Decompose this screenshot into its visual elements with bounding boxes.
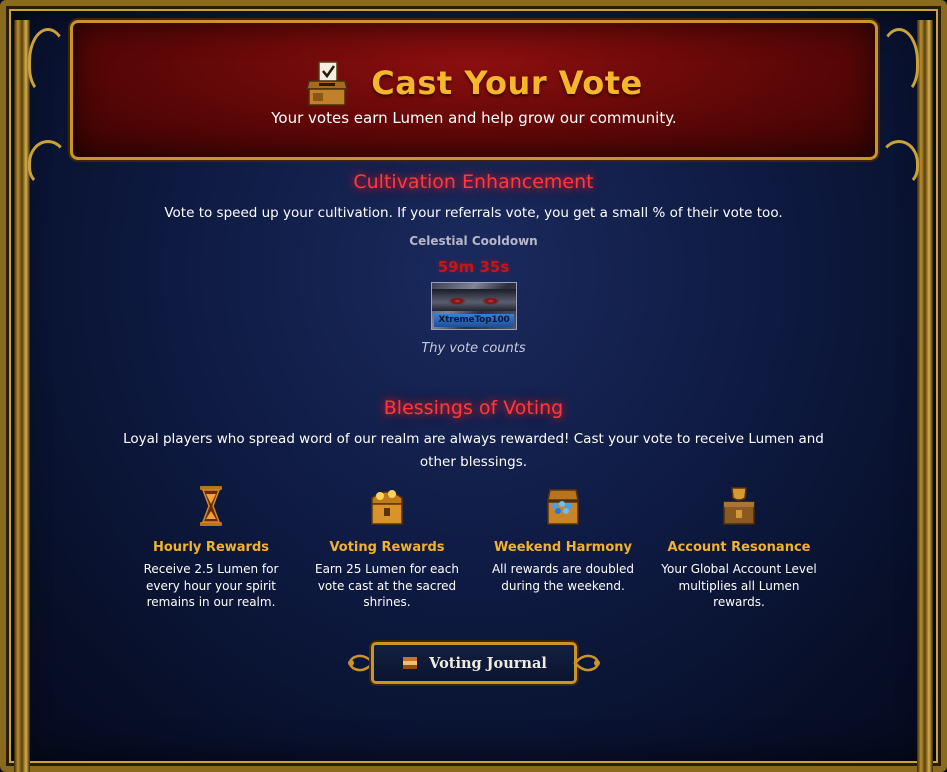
feature-voting-rewards: Voting Rewards Earn 25 Lumen for each vo… <box>306 484 468 624</box>
page-title: Cast Your Vote <box>371 64 643 102</box>
vote-banner-art <box>432 289 516 311</box>
blessings-description: Loyal players who spread word of our rea… <box>123 431 824 470</box>
header-banner: Cast Your Vote Your votes earn Lumen and… <box>70 20 878 160</box>
feature-title: Voting Rewards <box>329 540 445 555</box>
vote-caption: Thy vote counts <box>421 341 526 356</box>
blessings-section-title: Blessings of Voting <box>383 397 564 419</box>
journal-button-body: Voting Journal <box>371 642 577 684</box>
cultivation-description: Vote to speed up your cultivation. If yo… <box>164 205 783 221</box>
corner-scroll-ornament <box>879 28 919 94</box>
page-subtitle: Your votes earn Lumen and help grow our … <box>271 109 677 127</box>
feature-weekend-harmony: Weekend Harmony All rewards are doubled … <box>482 484 644 624</box>
gem-chest-icon <box>542 484 584 528</box>
feature-text: Your Global Account Level multiplies all… <box>661 562 817 609</box>
xtremetop100-vote-button[interactable]: XtremeTop100 <box>431 282 517 330</box>
cooldown-timer: 59m 35s <box>437 258 510 276</box>
reward-features: Hourly Rewards Receive 2.5 Lumen for eve… <box>130 484 820 624</box>
feature-text: All rewards are doubled during the weeke… <box>491 562 635 593</box>
feature-account-resonance: Account Resonance Your Global Account Le… <box>658 484 820 624</box>
feature-text: Receive 2.5 Lumen for every hour your sp… <box>143 562 279 609</box>
feature-hourly-rewards: Hourly Rewards Receive 2.5 Lumen for eve… <box>130 484 292 624</box>
book-icon <box>403 657 418 669</box>
cultivation-section-title: Cultivation Enhancement <box>353 171 594 193</box>
trophy-chest-icon <box>718 484 760 528</box>
flourish-right-icon <box>573 654 600 672</box>
feature-title: Account Resonance <box>667 540 811 555</box>
feature-text: Earn 25 Lumen for each vote cast at the … <box>315 562 459 609</box>
left-pillar-ornament <box>14 20 30 772</box>
right-pillar-ornament <box>917 20 933 772</box>
feature-title: Hourly Rewards <box>153 540 269 555</box>
journal-button-label: Voting Journal <box>429 654 547 672</box>
corner-scroll-ornament <box>28 28 68 94</box>
hourglass-icon <box>190 484 232 528</box>
treasure-chest-icon <box>366 484 408 528</box>
ballot-box-icon <box>305 59 349 107</box>
vote-site-name: XtremeTop100 <box>434 314 514 327</box>
feature-title: Weekend Harmony <box>494 540 632 555</box>
voting-journal-button[interactable]: Voting Journal <box>345 640 603 686</box>
cooldown-label: Celestial Cooldown <box>409 234 538 248</box>
